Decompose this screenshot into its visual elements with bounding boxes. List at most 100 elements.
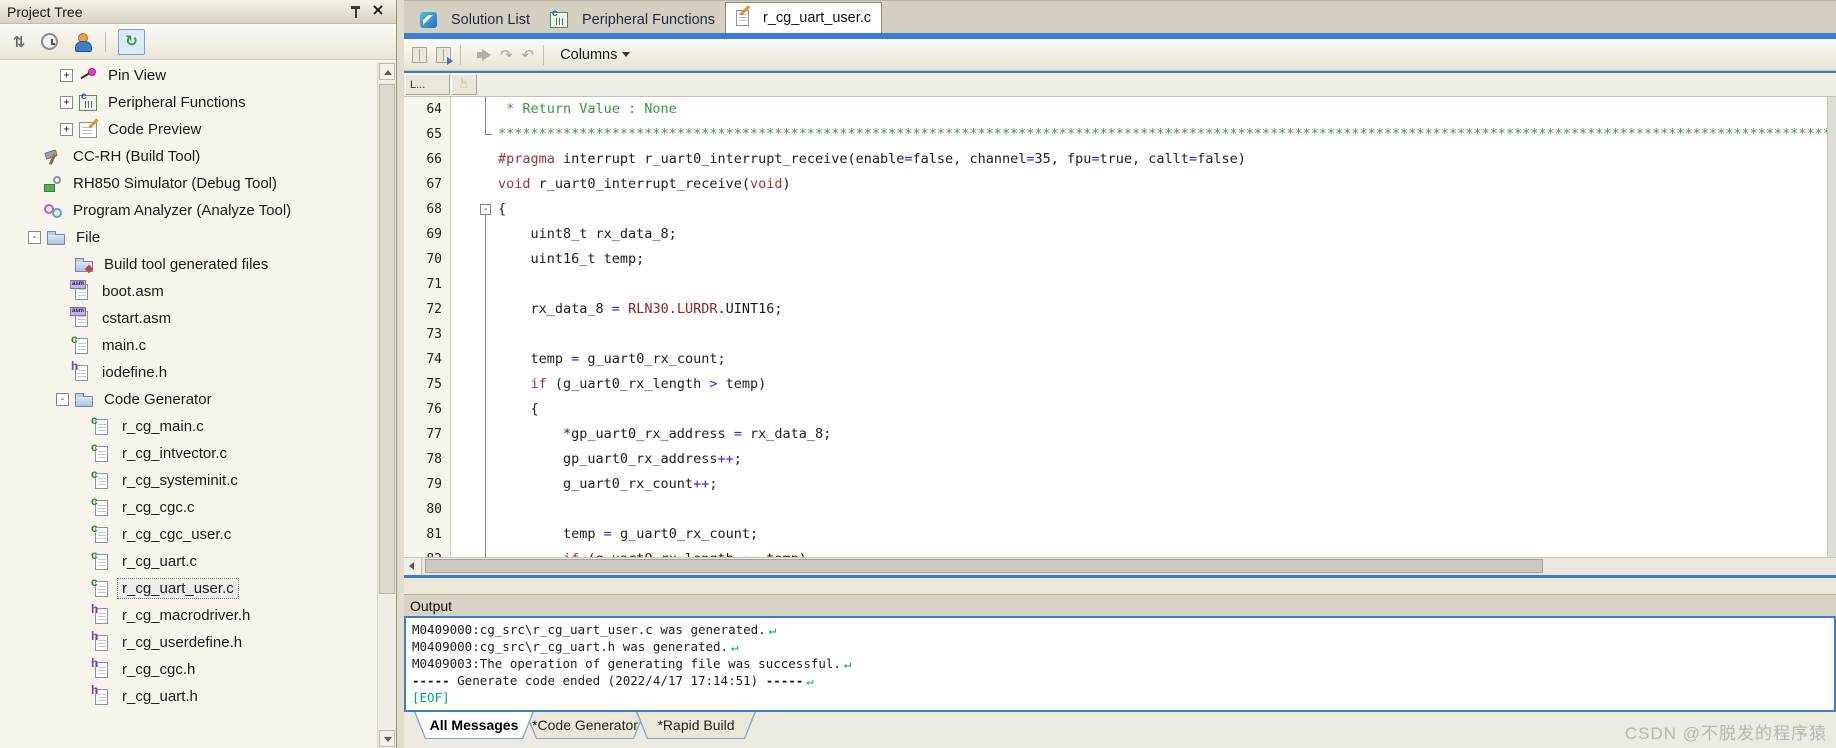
bookmark-margin[interactable] bbox=[450, 397, 477, 422]
tree-item[interactable]: RH850 Simulator (Debug Tool) bbox=[0, 170, 377, 197]
tab-solution-list[interactable]: Solution List bbox=[410, 7, 540, 33]
tree-item[interactable]: iodefine.h bbox=[0, 359, 377, 386]
redo-icon[interactable] bbox=[500, 47, 513, 63]
refresh-icon[interactable] bbox=[118, 28, 145, 55]
code-line[interactable]: 74 temp = g_uart0_rx_count; bbox=[404, 347, 1836, 372]
tree-item[interactable]: main.c bbox=[0, 332, 377, 359]
tree-item-label[interactable]: r_cg_cgc.h bbox=[118, 660, 199, 679]
undo-icon[interactable] bbox=[522, 47, 535, 63]
code-line[interactable]: 80 bbox=[404, 497, 1836, 522]
tree-item-label[interactable]: Program Analyzer (Analyze Tool) bbox=[69, 201, 295, 220]
tree-item-label[interactable]: r_cg_intvector.c bbox=[118, 444, 231, 463]
tree-item[interactable]: r_cg_cgc.c bbox=[0, 494, 377, 521]
insert-column-go-icon[interactable] bbox=[436, 46, 453, 65]
bookmark-margin[interactable] bbox=[450, 347, 477, 372]
pin-icon[interactable] bbox=[350, 6, 362, 19]
tree-item-label[interactable]: r_cg_systeminit.c bbox=[118, 471, 242, 490]
tree-item-label[interactable]: Build tool generated files bbox=[100, 255, 272, 274]
tree-item[interactable]: r_cg_uart_user.c bbox=[0, 575, 377, 602]
scroll-thumb[interactable] bbox=[379, 84, 395, 594]
tree-item[interactable]: r_cg_userdefine.h bbox=[0, 629, 377, 656]
tree-item[interactable]: + Code Preview bbox=[0, 116, 377, 143]
scroll-left-button[interactable] bbox=[404, 558, 422, 575]
tree-item-label[interactable]: r_cg_macrodriver.h bbox=[118, 606, 254, 625]
tree-item-label[interactable]: r_cg_userdefine.h bbox=[118, 633, 246, 652]
bookmark-margin[interactable] bbox=[450, 297, 477, 322]
tree-item-label[interactable]: r_cg_main.c bbox=[118, 417, 208, 436]
bookmark-margin[interactable] bbox=[450, 497, 477, 522]
insert-column-icon[interactable] bbox=[412, 46, 427, 63]
expand-icon[interactable]: + bbox=[60, 69, 73, 82]
tree-item-label[interactable]: r_cg_uart_user.c bbox=[117, 578, 239, 599]
bookmark-margin[interactable] bbox=[450, 172, 477, 197]
code-line[interactable]: 67 void r_uart0_interrupt_receive(void) bbox=[404, 172, 1836, 197]
tree-item[interactable]: r_cg_uart.h bbox=[0, 683, 377, 710]
tree-item[interactable]: boot.asm bbox=[0, 278, 377, 305]
bookmark-margin[interactable] bbox=[450, 272, 477, 297]
tree-item[interactable]: - Code Generator bbox=[0, 386, 377, 413]
tree-item-label[interactable]: r_cg_uart.c bbox=[118, 552, 201, 571]
tree-item-label[interactable]: boot.asm bbox=[98, 282, 168, 301]
output-tab--code-generator[interactable]: *Code Generator bbox=[525, 712, 645, 739]
code-line[interactable]: 72 rx_data_8 = RLN30.LURDR.UINT16; bbox=[404, 297, 1836, 322]
bookmark-margin[interactable] bbox=[450, 447, 477, 472]
tree-item[interactable]: + Peripheral Functions bbox=[0, 89, 377, 116]
bookmark-margin[interactable] bbox=[450, 247, 477, 272]
tree-item[interactable]: r_cg_cgc.h bbox=[0, 656, 377, 683]
code-line[interactable]: 82 if (g_uart0_rx_length == temp) bbox=[404, 547, 1836, 557]
code-line[interactable]: 81 temp = g_uart0_rx_count; bbox=[404, 522, 1836, 547]
bookmark-margin[interactable] bbox=[450, 522, 477, 547]
bookmark-margin[interactable] bbox=[450, 97, 477, 122]
bookmark-margin[interactable] bbox=[450, 322, 477, 347]
tree-item-label[interactable]: main.c bbox=[98, 336, 150, 355]
bookmark-margin[interactable] bbox=[450, 547, 477, 557]
output-tab--rapid-build[interactable]: *Rapid Build bbox=[636, 712, 756, 739]
horizontal-scrollbar[interactable] bbox=[404, 557, 1836, 575]
code-line[interactable]: 77 *gp_uart0_rx_address = rx_data_8; bbox=[404, 422, 1836, 447]
user-icon[interactable] bbox=[73, 32, 93, 52]
code-line[interactable]: 75 if (g_uart0_rx_length > temp) bbox=[404, 372, 1836, 397]
tree-item[interactable]: - File bbox=[0, 224, 377, 251]
bookmark-margin[interactable] bbox=[450, 147, 477, 172]
code-line[interactable]: 64 * Return Value : None bbox=[404, 97, 1836, 122]
bookmark-margin[interactable] bbox=[450, 372, 477, 397]
line-number-column-header[interactable]: L... bbox=[405, 74, 450, 95]
tree-item[interactable]: r_cg_main.c bbox=[0, 413, 377, 440]
code-line[interactable]: 65 **************************************… bbox=[404, 122, 1836, 147]
bookmark-margin[interactable] bbox=[450, 222, 477, 247]
tree-item[interactable]: Build tool generated files bbox=[0, 251, 377, 278]
bookmark-margin[interactable] bbox=[450, 422, 477, 447]
tree-item-label[interactable]: Peripheral Functions bbox=[104, 93, 250, 112]
tree-item-label[interactable]: r_cg_uart.h bbox=[118, 687, 202, 706]
code-line[interactable]: 66 #pragma interrupt r_uart0_interrupt_re… bbox=[404, 147, 1836, 172]
code-editor[interactable]: L... 64 * Return Value : None 65 *********… bbox=[404, 73, 1836, 578]
code-line[interactable]: 68 { bbox=[404, 197, 1836, 222]
clock-icon[interactable] bbox=[41, 32, 58, 50]
forward-arrow-icon[interactable] bbox=[477, 48, 491, 61]
tree-item[interactable]: CC-RH (Build Tool) bbox=[0, 143, 377, 170]
panel-splitter[interactable] bbox=[397, 0, 404, 748]
tree-item-label[interactable]: RH850 Simulator (Debug Tool) bbox=[69, 174, 281, 193]
scroll-down-button[interactable] bbox=[379, 730, 395, 747]
tree-scrollbar[interactable] bbox=[377, 62, 396, 748]
output-tab-all-messages[interactable]: All Messages bbox=[414, 712, 534, 739]
tree-item[interactable]: r_cg_uart.c bbox=[0, 548, 377, 575]
bookmark-margin[interactable] bbox=[450, 472, 477, 497]
tree-item-label[interactable]: r_cg_cgc_user.c bbox=[118, 525, 235, 544]
tree-item-label[interactable]: iodefine.h bbox=[98, 363, 171, 382]
bookmark-margin[interactable] bbox=[450, 122, 477, 147]
tree-item[interactable]: cstart.asm bbox=[0, 305, 377, 332]
code-line[interactable]: 69 uint8_t rx_data_8; bbox=[404, 222, 1836, 247]
scroll-thumb[interactable] bbox=[425, 559, 1543, 573]
expand-icon[interactable]: + bbox=[60, 96, 73, 109]
tree-item[interactable]: r_cg_cgc_user.c bbox=[0, 521, 377, 548]
tree-item[interactable]: + Pin View bbox=[0, 62, 377, 89]
tree-item-label[interactable]: CC-RH (Build Tool) bbox=[69, 147, 204, 166]
tab-peripheral-functions[interactable]: Peripheral Functions bbox=[540, 7, 725, 33]
tree-item-label[interactable]: File bbox=[72, 228, 104, 247]
close-icon[interactable] bbox=[370, 1, 386, 19]
tree-item-label[interactable]: Code Generator bbox=[100, 390, 216, 409]
tree-item-label[interactable]: cstart.asm bbox=[98, 309, 175, 328]
code-line[interactable]: 79 g_uart0_rx_count++; bbox=[404, 472, 1836, 497]
code-line[interactable]: 78 gp_uart0_rx_address++; bbox=[404, 447, 1836, 472]
